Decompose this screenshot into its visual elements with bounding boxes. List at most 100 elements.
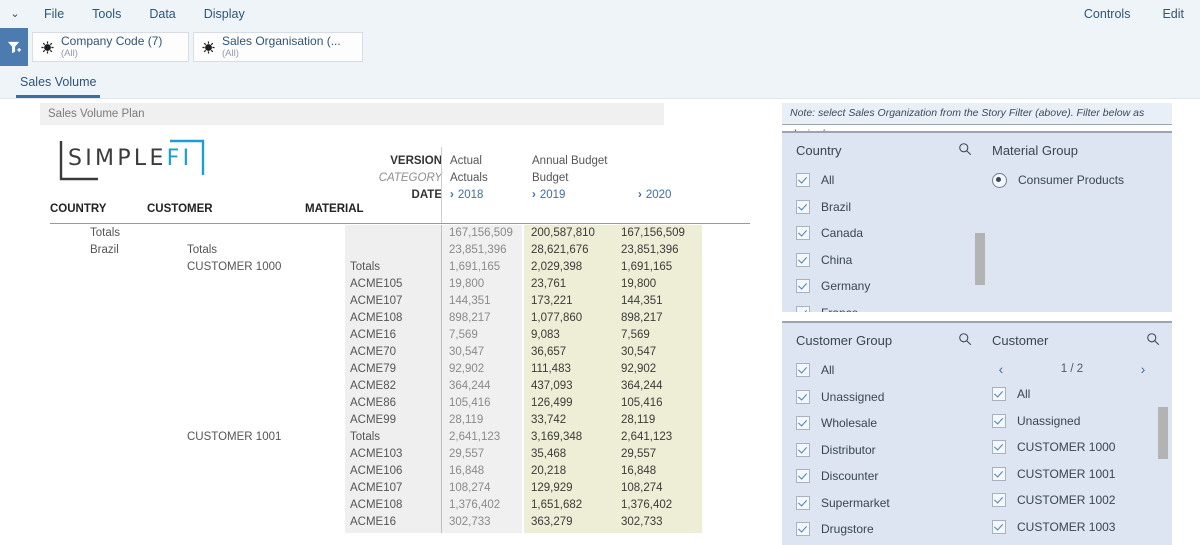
checkbox-checked-icon[interactable] bbox=[992, 440, 1006, 455]
checkbox-checked-icon[interactable] bbox=[796, 495, 810, 510]
customer-option[interactable]: CUSTOMER 1002 bbox=[992, 487, 1152, 514]
table-row[interactable]: CUSTOMER 1001 Totals 2,641,123 3,169,348 2,6… bbox=[40, 429, 760, 446]
country-option-list[interactable]: All Brazil Canada China Germany France bbox=[796, 167, 978, 312]
country-option[interactable]: China bbox=[796, 247, 978, 274]
customer-search-icon[interactable] bbox=[1146, 332, 1160, 349]
radio-selected-icon[interactable] bbox=[992, 172, 1007, 188]
customer-group-option[interactable]: Supermarket bbox=[796, 490, 978, 517]
checkbox-checked-icon[interactable] bbox=[992, 519, 1006, 534]
table-row[interactable]: ACME106 16,848 20,218 16,848 bbox=[40, 463, 760, 480]
customer-group-option[interactable]: Discounter bbox=[796, 463, 978, 490]
column-header-customer[interactable]: CUSTOMER bbox=[147, 203, 213, 215]
country-option[interactable]: Canada bbox=[796, 220, 978, 247]
filter-chip-company-code[interactable]: Company Code (7) (All) bbox=[32, 32, 189, 62]
country-option[interactable]: Brazil bbox=[796, 194, 978, 221]
country-option[interactable]: All bbox=[796, 167, 978, 194]
table-row[interactable]: ACME86 105,416 126,499 105,416 bbox=[40, 395, 760, 412]
menu-item-edit[interactable]: Edit bbox=[1146, 0, 1200, 28]
table-row[interactable]: ACME108 1,376,402 1,651,682 1,376,402 bbox=[40, 497, 760, 514]
table-row[interactable]: ACME67 36,965 44,358 36,965 bbox=[40, 531, 760, 533]
date-col-2020[interactable]: › 2020 bbox=[638, 187, 720, 204]
checkbox-checked-icon[interactable] bbox=[992, 493, 1006, 508]
customer-option[interactable]: CUSTOMER 1001 bbox=[992, 461, 1152, 488]
checkbox-checked-icon[interactable] bbox=[796, 469, 810, 484]
table-row[interactable]: ACME99 28,119 33,742 28,119 bbox=[40, 412, 760, 429]
column-header-material[interactable]: MATERIAL bbox=[305, 203, 364, 215]
checkbox-checked-icon[interactable] bbox=[796, 522, 810, 537]
country-option[interactable]: France bbox=[796, 300, 978, 312]
checkbox-checked-icon[interactable] bbox=[992, 413, 1006, 428]
table-row[interactable]: ACME70 30,547 36,657 30,547 bbox=[40, 344, 760, 361]
table-row[interactable]: ACME16 7,569 9,083 7,569 bbox=[40, 327, 760, 344]
table-row[interactable]: ACME16 302,733 363,279 302,733 bbox=[40, 514, 760, 531]
checkbox-checked-icon[interactable] bbox=[796, 389, 810, 404]
customer-list-scrollbar[interactable] bbox=[1158, 385, 1168, 535]
cell-actual-2018: 1,691,165 bbox=[449, 261, 501, 273]
customer-group-search-icon[interactable] bbox=[958, 332, 972, 349]
checkbox-checked-icon[interactable] bbox=[796, 363, 810, 378]
customer-scrollbar-thumb[interactable] bbox=[1158, 407, 1168, 459]
cell-customer: Totals bbox=[187, 244, 218, 256]
checkbox-checked-icon[interactable] bbox=[796, 416, 810, 431]
customer-option[interactable]: CUSTOMER 1003 bbox=[992, 514, 1152, 541]
cell-material: ACME67 bbox=[350, 531, 396, 533]
checkbox-checked-icon[interactable] bbox=[796, 199, 810, 214]
add-filter-icon[interactable] bbox=[0, 28, 28, 66]
cell-actual-2018: 302,733 bbox=[449, 516, 491, 528]
menu-item-tools[interactable]: Tools bbox=[78, 0, 135, 28]
date-col-2018[interactable]: › 2018 bbox=[450, 187, 532, 204]
date-col-2019[interactable]: › 2019 bbox=[532, 187, 638, 204]
country-scrollbar-thumb[interactable] bbox=[975, 233, 985, 285]
tab-sales-volume[interactable]: Sales Volume bbox=[16, 75, 101, 98]
customer-option[interactable]: CUSTOMER 1000 bbox=[992, 434, 1152, 461]
customer-group-option[interactable]: Drugstore bbox=[796, 516, 978, 543]
customer-option[interactable]: All bbox=[992, 381, 1152, 408]
menu-item-data[interactable]: Data bbox=[135, 0, 189, 28]
checkbox-checked-icon[interactable] bbox=[992, 387, 1006, 402]
menu-item-controls[interactable]: Controls bbox=[1068, 0, 1147, 28]
table-row[interactable]: CUSTOMER 1000 Totals 1,691,165 2,029,398 1,6… bbox=[40, 259, 760, 276]
cell-material: ACME16 bbox=[350, 329, 397, 341]
table-row[interactable]: ACME82 364,244 437,093 364,244 bbox=[40, 378, 760, 395]
customer-group-option[interactable]: Wholesale bbox=[796, 410, 978, 437]
table-row[interactable]: ACME107 144,351 173,221 144,351 bbox=[40, 293, 760, 310]
expand-chevron-icon[interactable]: › bbox=[450, 189, 454, 201]
checkbox-checked-icon[interactable] bbox=[796, 442, 810, 457]
column-header-country[interactable]: COUNTRY bbox=[50, 203, 106, 215]
checkbox-checked-icon[interactable] bbox=[796, 305, 810, 312]
checkbox-checked-icon[interactable] bbox=[796, 173, 810, 188]
filter-chip-sales-organisation[interactable]: Sales Organisation (... (All) bbox=[193, 32, 363, 62]
table-row[interactable]: Totals 167,156,509 200,587,810 167,156,509 bbox=[40, 225, 760, 242]
country-list-scrollbar[interactable] bbox=[975, 155, 985, 305]
customer-group-option-list[interactable]: All Unassigned Wholesale Distributor Discoun… bbox=[796, 357, 978, 543]
customer-option-label: CUSTOMER 1003 bbox=[1017, 519, 1116, 534]
customer-group-option[interactable]: Unassigned bbox=[796, 384, 978, 411]
checkbox-checked-icon[interactable] bbox=[796, 279, 810, 294]
collapse-menu-caret-icon[interactable]: ⌄ bbox=[0, 0, 30, 28]
table-row[interactable]: Brazil Totals 23,851,396 28,621,676 23,851,3… bbox=[40, 242, 760, 259]
cell-budget-2019: 36,657 bbox=[531, 346, 567, 358]
table-row[interactable]: ACME103 29,557 35,468 29,557 bbox=[40, 446, 760, 463]
checkbox-checked-icon[interactable] bbox=[796, 252, 810, 267]
checkbox-checked-icon[interactable] bbox=[796, 226, 810, 241]
table-row[interactable]: ACME79 92,902 111,483 92,902 bbox=[40, 361, 760, 378]
customer-option-list[interactable]: All Unassigned CUSTOMER 1000 CUSTOMER 1001 C… bbox=[992, 381, 1152, 540]
checkbox-checked-icon[interactable] bbox=[992, 466, 1006, 481]
pivot-table[interactable]: SIMPLEFI VERSION CATEGORY DATE Actual An… bbox=[40, 125, 760, 533]
menu-item-display[interactable]: Display bbox=[190, 0, 259, 28]
pager-next-icon[interactable]: › bbox=[1134, 361, 1152, 377]
expand-chevron-icon[interactable]: › bbox=[638, 189, 642, 201]
expand-chevron-icon[interactable]: › bbox=[532, 189, 536, 201]
material-group-option-consumer-products[interactable]: Consumer Products bbox=[992, 167, 1162, 194]
customer-option[interactable]: Unassigned bbox=[992, 408, 1152, 435]
customer-group-option[interactable]: Distributor bbox=[796, 437, 978, 464]
menu-item-file[interactable]: File bbox=[30, 0, 78, 28]
pager-prev-icon[interactable]: ‹ bbox=[992, 361, 1010, 377]
table-row[interactable]: ACME105 19,800 23,761 19,800 bbox=[40, 276, 760, 293]
country-option[interactable]: Germany bbox=[796, 273, 978, 300]
table-row[interactable]: ACME108 898,217 1,077,860 898,217 bbox=[40, 310, 760, 327]
customer-group-option[interactable]: All bbox=[796, 357, 978, 384]
table-row[interactable]: ACME107 108,274 129,929 108,274 bbox=[40, 480, 760, 497]
pivot-table-body: Totals 167,156,509 200,587,810 167,156,509 B… bbox=[40, 225, 760, 533]
country-search-icon[interactable] bbox=[958, 142, 972, 159]
